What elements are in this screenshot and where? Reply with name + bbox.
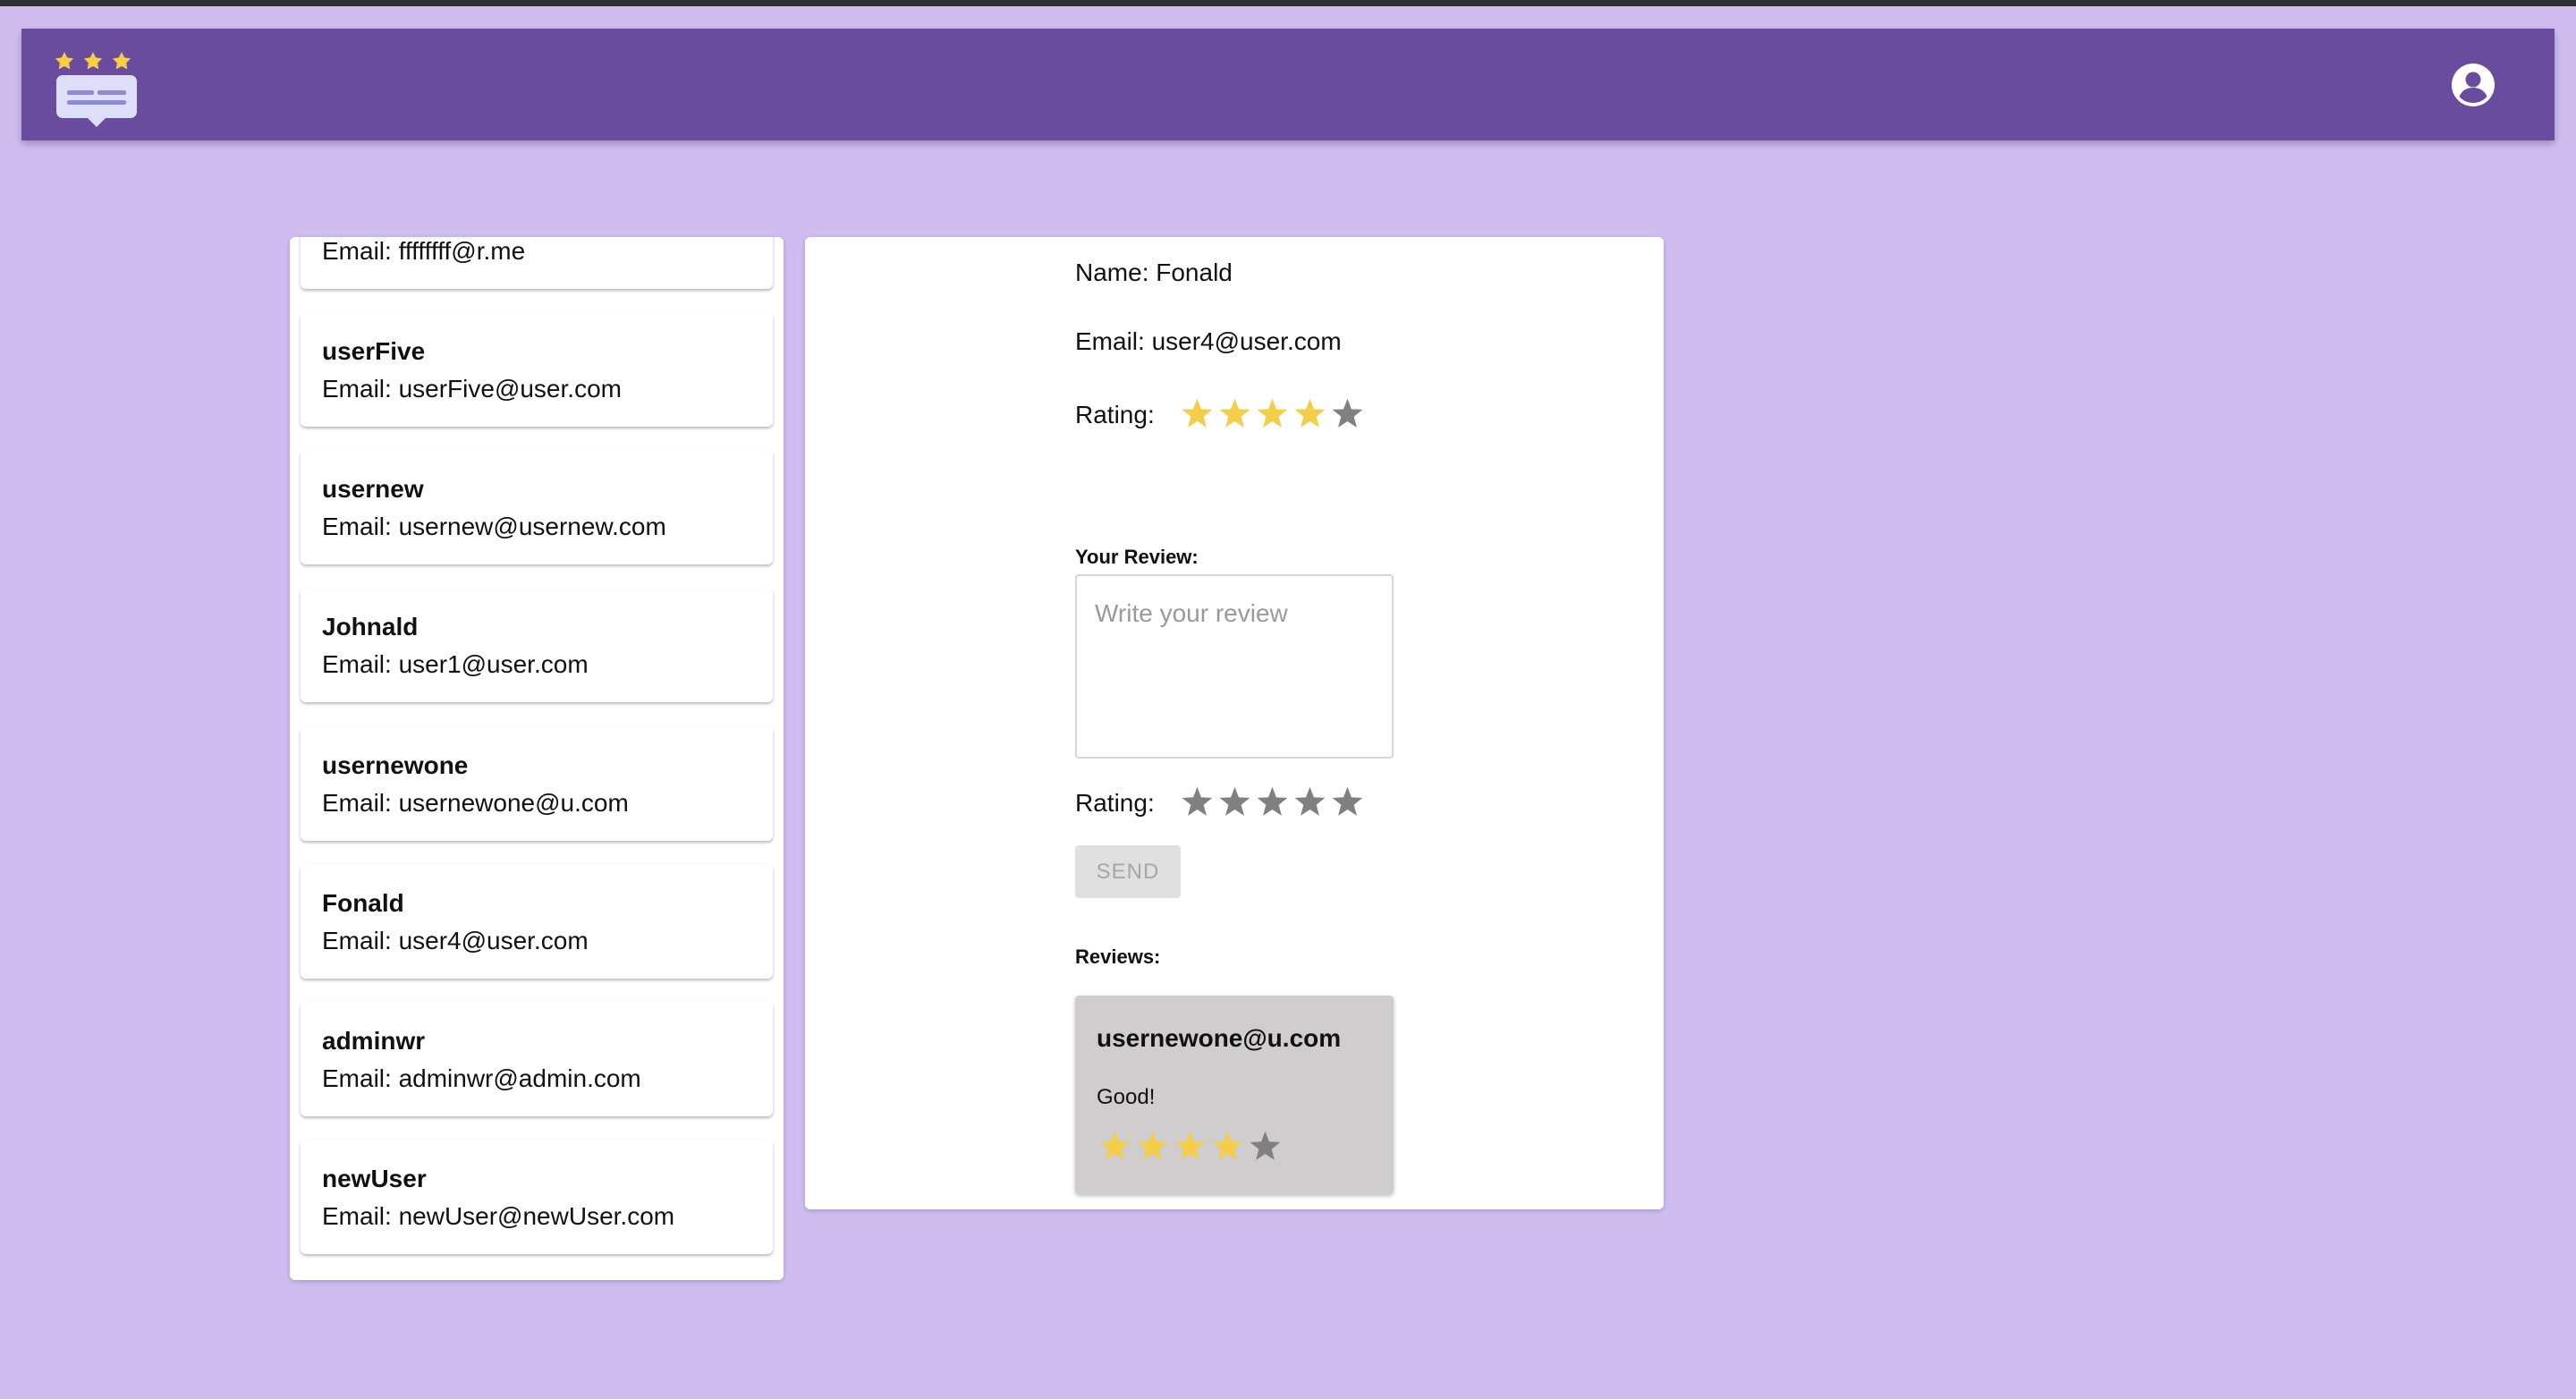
user-card[interactable]: newUser Email: newUser@newUser.com	[301, 1140, 773, 1254]
user-card[interactable]: adminwr Email: adminwr@admin.com	[301, 1002, 773, 1116]
your-review-label: Your Review:	[1075, 546, 1199, 568]
reviews-label: Reviews:	[1075, 945, 1161, 968]
user-email: Email: adminwr@admin.com	[322, 1064, 641, 1092]
star-empty-icon[interactable]	[1329, 782, 1366, 821]
detail-name: Name: Fonald	[1075, 259, 1233, 286]
user-card[interactable]: Email: ffffffff@r.me	[301, 237, 773, 289]
star-empty-icon[interactable]	[1292, 782, 1328, 821]
review-rating-stars	[1097, 1126, 1284, 1166]
detail-email: Email: user4@user.com	[1075, 327, 1342, 355]
user-card[interactable]: usernew Email: usernew@usernew.com	[301, 450, 773, 564]
star-empty-icon	[1329, 394, 1366, 433]
review-stars-chat-logo-icon[interactable]	[52, 39, 141, 129]
review-author: usernewone@u.com	[1097, 1024, 1342, 1052]
user-email: Email: user1@user.com	[322, 650, 589, 678]
user-email: Email: userFive@user.com	[322, 375, 622, 403]
star-empty-icon[interactable]	[1254, 782, 1291, 821]
rating-label: Rating:	[1075, 789, 1155, 817]
rating-label: Rating:	[1075, 401, 1155, 428]
star-filled-icon	[1172, 1126, 1208, 1166]
user-card[interactable]: Fonald Email: user4@user.com	[301, 864, 773, 979]
user-name: Johnald	[322, 613, 419, 640]
user-detail-panel: Name: Fonald Email: user4@user.com Ratin…	[805, 237, 1664, 1209]
review-text: Good!	[1097, 1085, 1156, 1109]
review-rating-stars[interactable]	[1179, 782, 1366, 823]
user-name: newUser	[322, 1165, 427, 1192]
users-list-panel[interactable]: Email: ffffffff@r.me userFive Email: use…	[290, 237, 784, 1280]
user-email: Email: user4@user.com	[322, 927, 589, 954]
review-input[interactable]	[1075, 574, 1394, 759]
user-email: Email: ffffffff@r.me	[322, 237, 526, 265]
star-filled-icon	[1216, 394, 1253, 433]
send-button[interactable]: SEND	[1075, 845, 1181, 898]
user-name: usernewone	[322, 751, 469, 779]
window-top-edge	[0, 0, 2576, 6]
app-bar	[21, 29, 2555, 140]
star-empty-icon[interactable]	[1179, 782, 1216, 821]
star-filled-icon	[1097, 1126, 1133, 1166]
user-email: Email: usernew@usernew.com	[322, 513, 666, 540]
user-name: userFive	[322, 337, 426, 365]
user-email: Email: newUser@newUser.com	[322, 1202, 675, 1230]
account-circle-icon[interactable]	[2451, 63, 2496, 107]
user-name: adminwr	[322, 1027, 426, 1055]
star-empty-icon	[1247, 1126, 1284, 1166]
users-list[interactable]: Email: ffffffff@r.me userFive Email: use…	[290, 237, 784, 1280]
star-filled-icon	[1254, 394, 1291, 433]
star-filled-icon	[1209, 1126, 1246, 1166]
star-filled-icon	[1179, 394, 1216, 433]
star-filled-icon	[1292, 394, 1328, 433]
user-card[interactable]: userFive Email: userFive@user.com	[301, 312, 773, 427]
star-filled-icon	[1134, 1126, 1171, 1166]
user-email: Email: usernewone@u.com	[322, 789, 629, 817]
review-card: usernewone@u.com Good!	[1075, 996, 1394, 1194]
user-name: Fonald	[322, 889, 404, 917]
detail-rating-stars	[1179, 394, 1366, 435]
star-empty-icon[interactable]	[1216, 782, 1253, 821]
user-card[interactable]: Johnald Email: user1@user.com	[301, 588, 773, 702]
user-card[interactable]: usernewone Email: usernewone@u.com	[301, 726, 773, 841]
user-name: usernew	[322, 475, 424, 503]
